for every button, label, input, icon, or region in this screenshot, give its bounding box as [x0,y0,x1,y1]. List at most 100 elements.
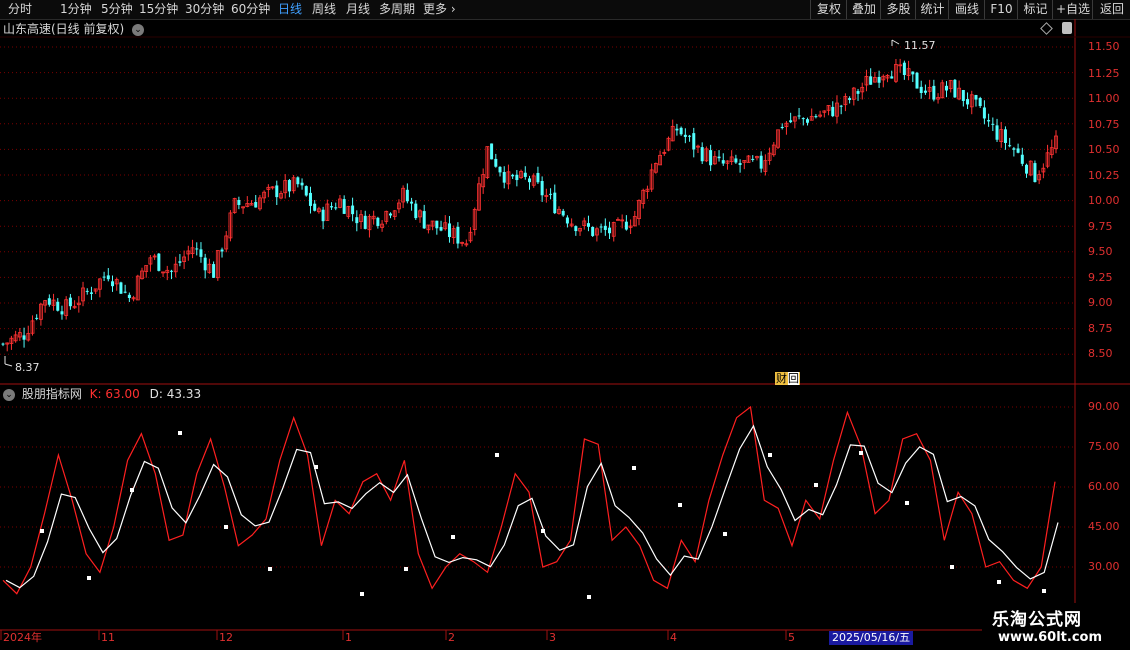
chart-canvas[interactable] [0,0,1130,650]
chevron-down-icon[interactable]: ⌄ [3,388,15,401]
candle-body [376,217,380,226]
candle-body [22,335,26,340]
candle-body [254,201,258,208]
candle-body [89,292,93,294]
x-axis-label: 4 [670,631,677,644]
candle-body [414,203,418,219]
candle-body [119,282,123,294]
candle-body [511,174,515,177]
candle-body [1016,148,1020,153]
finance-tag-text: 财 [776,372,787,385]
candle-body [47,298,51,305]
signal-marker [404,567,408,571]
candle-body [220,249,224,252]
candle-body [679,127,683,135]
candle-body [1020,154,1024,164]
chart-grid [0,46,1075,568]
candle-body [734,158,738,163]
candle-body [608,227,612,234]
candle-body [789,120,793,123]
candle-body [561,210,565,216]
candle-body [528,178,531,183]
chart-frame [0,19,1130,640]
x-axis-label: 2 [448,631,455,644]
signal-marker [224,525,228,529]
candle-body [540,181,544,196]
indicator-header: ⌄ 股朋指标网 K: 63.00 D: 43.33 [0,385,201,403]
candle-body [536,172,540,183]
candle-body [780,126,784,129]
candle-body [709,150,713,166]
signal-marker [40,529,44,533]
signal-marker [268,567,272,571]
candle-body [987,120,991,122]
candle-body [961,90,965,101]
signal-marker [130,488,134,492]
candle-body [351,205,355,215]
indicator-tick: 75.00 [1088,440,1120,453]
kd-indicator-series [2,405,1059,599]
watermark-url: www.60lt.com [998,630,1103,645]
candle-body [624,221,628,230]
candle-body [797,115,801,117]
candle-body [456,226,460,244]
candle-body [721,160,725,164]
candle-body [801,118,805,120]
k-label: K: [89,387,102,401]
candle-body [591,226,595,236]
candle-body [805,119,809,123]
signal-marker [814,483,818,487]
candle-body [877,76,881,83]
candle-body [410,201,414,204]
candle-body [308,192,312,206]
candle-body [751,158,755,160]
candle-body [515,174,519,181]
candle-body [549,193,553,195]
candle-body [102,276,106,278]
candle-body [1033,163,1037,183]
candle-body [523,172,527,177]
x-axis-label: 11 [101,631,115,644]
candle-body [603,225,607,230]
signal-marker [541,529,545,533]
candle-body [342,199,346,214]
candle-body [439,227,443,231]
finance-event-tag[interactable]: 财回 [775,372,800,385]
signal-marker [768,453,772,457]
candlestick-series [1,39,1058,367]
candle-body [915,72,919,89]
high-marker [891,39,900,46]
candle-body [574,226,578,232]
candle-body [68,297,72,307]
candle-body [296,177,300,185]
indicator-tick: 90.00 [1088,400,1120,413]
indicator-tick: 30.00 [1088,560,1120,573]
x-axis-label: 2024年 [3,631,42,644]
candle-body [1003,129,1007,143]
candle-body [919,86,923,94]
low-marker [4,356,13,367]
candle-body [212,264,216,278]
candle-body [831,106,835,117]
candle-body [178,261,182,263]
watermark-title: 乐淘公式网 [992,610,1082,630]
candle-body [123,291,127,293]
candle-body [313,203,317,211]
candle-body [237,199,241,205]
candle-body [60,311,64,315]
candle-body [759,155,763,169]
signal-marker [314,465,318,469]
x-axis-label: 5 [788,631,795,644]
candle-body [692,133,696,150]
k-value: 63.00 [105,387,140,401]
low-price-label: 8.37 [15,361,40,374]
high-price-label: 11.57 [904,39,936,52]
candle-body [405,189,409,202]
candle-body [334,207,338,209]
d-value: 43.33 [166,387,202,401]
candle-body [389,213,393,216]
candle-body [363,215,367,229]
candle-body [494,158,498,167]
candle-body [944,85,948,91]
candle-body [932,85,936,100]
